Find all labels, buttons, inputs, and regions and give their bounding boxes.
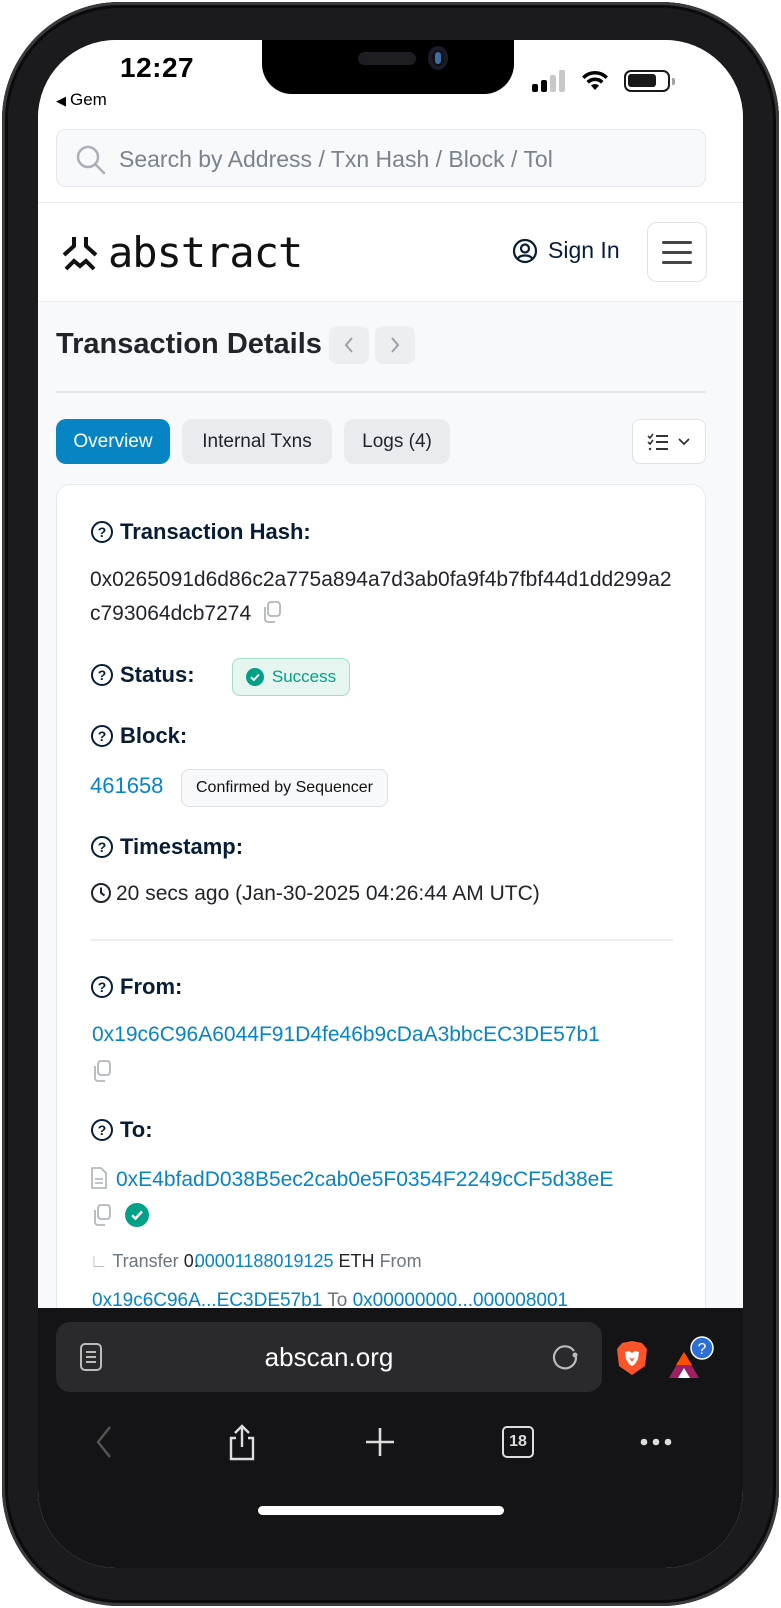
tx-hash-label: ? Transaction Hash: bbox=[90, 519, 311, 545]
battery-icon bbox=[624, 70, 675, 92]
to-label: ? To: bbox=[90, 1117, 153, 1143]
screen: 12:27 ◀ Gem Search by Address / Txn Hash … bbox=[38, 40, 743, 1568]
tabs-button[interactable]: 18 bbox=[496, 1420, 540, 1464]
signal-icon bbox=[532, 70, 568, 92]
svg-text:?: ? bbox=[98, 728, 107, 744]
new-tab-button[interactable] bbox=[358, 1420, 402, 1464]
tab-logs[interactable]: Logs (4) bbox=[344, 419, 450, 464]
copy-from-address-icon[interactable] bbox=[91, 1059, 113, 1083]
home-indicator[interactable] bbox=[258, 1506, 504, 1515]
share-button[interactable] bbox=[220, 1420, 264, 1464]
svg-text:?: ? bbox=[98, 524, 107, 540]
svg-text:?: ? bbox=[698, 1341, 707, 1358]
contract-file-icon bbox=[91, 1167, 107, 1189]
block-number-link[interactable]: 461658 bbox=[90, 773, 163, 799]
chevron-down-icon bbox=[678, 437, 690, 445]
confirmation-badge: Confirmed by Sequencer bbox=[181, 769, 388, 807]
block-label: ? Block: bbox=[90, 723, 187, 749]
tab-overview[interactable]: Overview bbox=[56, 419, 170, 464]
svg-text:?: ? bbox=[98, 979, 107, 995]
timestamp-label: ? Timestamp: bbox=[90, 834, 243, 860]
internal-transfer-row: ∟ Transfer 0.00001188019125 ETH From bbox=[90, 1251, 422, 1271]
chevron-left-icon bbox=[96, 1426, 111, 1458]
back-to-app-link[interactable]: ◀ Gem bbox=[56, 90, 107, 110]
help-icon[interactable]: ? bbox=[90, 1118, 114, 1142]
search-input[interactable]: Search by Address / Txn Hash / Block / T… bbox=[56, 129, 706, 187]
logo[interactable]: abstract bbox=[60, 228, 303, 277]
status-label: ? Status: bbox=[90, 662, 195, 688]
tx-hash-value: 0x0265091d6d86c2a775a894a7d3ab0fa9f4b7fb… bbox=[90, 563, 680, 631]
check-circle-icon bbox=[245, 668, 264, 686]
help-icon[interactable]: ? bbox=[90, 663, 114, 687]
back-button[interactable] bbox=[82, 1420, 126, 1464]
sign-in-button[interactable]: Sign In bbox=[512, 237, 620, 264]
svg-text:?: ? bbox=[98, 1122, 107, 1138]
hamburger-menu-button[interactable] bbox=[647, 222, 707, 282]
share-icon bbox=[229, 1424, 255, 1461]
clock-time: 12:27 bbox=[120, 52, 195, 83]
next-transaction-button[interactable] bbox=[375, 326, 415, 364]
browser-toolbar: abscan.org ? 18 bbox=[38, 1308, 743, 1568]
phone: 12:27 ◀ Gem Search by Address / Txn Hash … bbox=[0, 0, 781, 1608]
title-row: Transaction Details bbox=[56, 326, 706, 366]
more-dots-icon bbox=[640, 1438, 672, 1446]
help-icon[interactable]: ? bbox=[90, 975, 114, 999]
more-button[interactable] bbox=[634, 1420, 678, 1464]
to-address-link[interactable]: 0xE4bfadD038B5ec2cab0e5F0354F2249cCF5d38… bbox=[116, 1168, 613, 1191]
from-address-link[interactable]: 0x19c6C96A6044F91D4fe46b9cDaA3bbcEC3DE57… bbox=[92, 1023, 600, 1047]
notch bbox=[262, 40, 514, 94]
tx-hash-text: 0x0265091d6d86c2a775a894a7d3ab0fa9f4b7fb… bbox=[90, 568, 672, 625]
from-label: ? From: bbox=[90, 974, 182, 1000]
search-icon bbox=[76, 145, 106, 175]
help-icon[interactable]: ? bbox=[90, 724, 114, 748]
logo-text: abstract bbox=[108, 228, 303, 277]
plus-icon bbox=[366, 1428, 394, 1456]
brave-shields-icon[interactable] bbox=[616, 1340, 648, 1376]
tabs: Overview Internal Txns Logs (4) bbox=[56, 419, 706, 465]
address-bar[interactable]: abscan.org bbox=[56, 1322, 602, 1392]
abstract-logo-icon bbox=[62, 237, 98, 271]
reload-icon[interactable] bbox=[550, 1342, 580, 1372]
checklist-icon bbox=[647, 433, 668, 450]
chevron-right-icon bbox=[391, 337, 400, 353]
to-address-row: 0xE4bfadD038B5ec2cab0e5F0354F2249cCF5d38… bbox=[90, 1167, 613, 1192]
back-app-label: Gem bbox=[70, 90, 107, 109]
search-placeholder: Search by Address / Txn Hash / Block / T… bbox=[119, 146, 553, 172]
help-icon[interactable]: ? bbox=[90, 520, 114, 544]
user-circle-icon bbox=[512, 238, 538, 263]
timestamp-value: 20 secs ago (Jan-30-2025 04:26:44 AM UTC… bbox=[90, 882, 540, 906]
wifi-icon bbox=[582, 70, 608, 90]
section-divider bbox=[90, 939, 673, 941]
brave-rewards-icon[interactable]: ? bbox=[666, 1334, 716, 1380]
overview-card: ? Transaction Hash: 0x0265091d6d86c2a775… bbox=[56, 484, 706, 1384]
tab-count-icon: 18 bbox=[502, 1426, 534, 1458]
site-header: abstract Sign In bbox=[38, 202, 743, 302]
svg-text:?: ? bbox=[98, 667, 107, 683]
verified-contract-icon bbox=[125, 1203, 149, 1227]
speaker bbox=[358, 52, 416, 65]
prev-transaction-button[interactable] bbox=[329, 326, 369, 364]
status-badge: Success bbox=[232, 658, 350, 696]
to-address-actions bbox=[81, 1203, 149, 1227]
search-section: Search by Address / Txn Hash / Block / T… bbox=[38, 128, 743, 202]
tab-internal-txns[interactable]: Internal Txns bbox=[182, 419, 332, 464]
copy-icon[interactable] bbox=[261, 600, 283, 624]
page-title: Transaction Details bbox=[56, 328, 322, 360]
branch-icon: ∟ bbox=[90, 1251, 108, 1271]
svg-text:?: ? bbox=[98, 839, 107, 855]
chevron-left-icon bbox=[344, 337, 353, 353]
camera bbox=[428, 46, 448, 70]
divider bbox=[56, 391, 706, 393]
view-options-dropdown[interactable] bbox=[632, 419, 706, 464]
clock-icon bbox=[91, 883, 111, 903]
back-triangle-icon: ◀ bbox=[56, 93, 66, 108]
url-text: abscan.org bbox=[264, 1342, 394, 1372]
copy-to-address-icon[interactable] bbox=[91, 1203, 113, 1227]
sign-in-label: Sign In bbox=[548, 237, 620, 263]
help-icon[interactable]: ? bbox=[90, 835, 114, 859]
